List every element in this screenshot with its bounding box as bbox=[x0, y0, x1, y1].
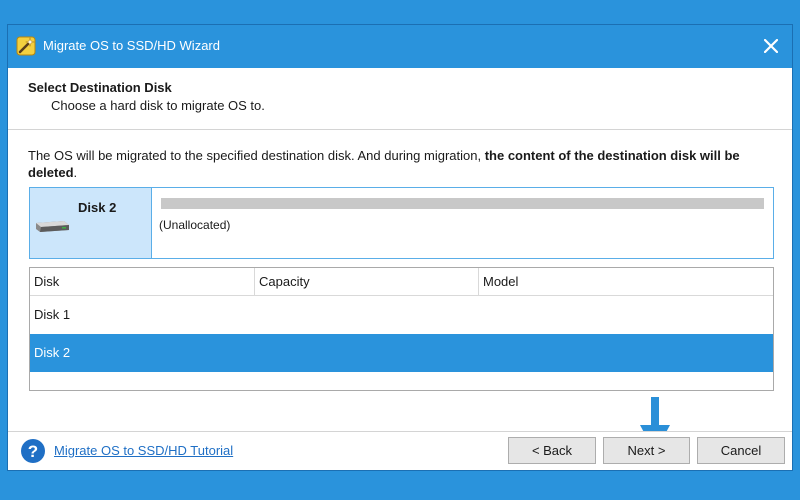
next-button[interactable]: Next > bbox=[603, 437, 690, 464]
page-title: Select Destination Disk bbox=[28, 80, 172, 95]
wizard-wand-icon bbox=[14, 34, 38, 58]
close-icon bbox=[764, 39, 778, 53]
disk-table: Disk Capacity Model Disk 1 Disk 2 bbox=[29, 267, 774, 391]
hard-disk-icon bbox=[36, 221, 69, 232]
warning-end: . bbox=[73, 165, 78, 180]
window-title: Migrate OS to SSD/HD Wizard bbox=[43, 38, 220, 53]
partition-bar[interactable] bbox=[161, 198, 764, 209]
svg-text:?: ? bbox=[28, 442, 38, 461]
partition-label: (Unallocated) bbox=[159, 218, 231, 232]
wizard-content: The OS will be migrated to the specified… bbox=[8, 131, 792, 431]
column-header-model[interactable]: Model bbox=[479, 268, 773, 296]
title-bar: Migrate OS to SSD/HD Wizard bbox=[8, 25, 792, 68]
column-header-disk[interactable]: Disk bbox=[30, 268, 255, 296]
migration-warning: The OS will be migrated to the specified… bbox=[28, 147, 773, 181]
close-button[interactable] bbox=[756, 31, 786, 61]
table-row[interactable]: Disk 1 bbox=[30, 296, 773, 334]
wizard-header: Select Destination Disk Choose a hard di… bbox=[8, 68, 792, 130]
row-disk-cell: Disk 2 bbox=[34, 345, 71, 360]
row-disk-cell: Disk 1 bbox=[34, 307, 71, 322]
table-header: Disk Capacity Model bbox=[30, 268, 773, 296]
wizard-window: Migrate OS to SSD/HD Wizard Select Desti… bbox=[7, 24, 793, 471]
page-subtitle: Choose a hard disk to migrate OS to. bbox=[51, 98, 265, 113]
warning-text: The OS will be migrated to the specified… bbox=[28, 148, 485, 163]
tutorial-link[interactable]: Migrate OS to SSD/HD Tutorial bbox=[54, 443, 233, 458]
cancel-button[interactable]: Cancel bbox=[697, 437, 785, 464]
wizard-footer: ? Migrate OS to SSD/HD Tutorial < Back N… bbox=[8, 431, 792, 470]
back-button[interactable]: < Back bbox=[508, 437, 596, 464]
selected-disk-map[interactable]: Disk 2 (Unallocated) bbox=[29, 187, 774, 259]
help-icon[interactable]: ? bbox=[20, 438, 46, 464]
disk-card-name: Disk 2 bbox=[78, 200, 117, 215]
disk-card-info: Disk 2 bbox=[30, 188, 152, 258]
column-header-capacity[interactable]: Capacity bbox=[255, 268, 479, 296]
table-row-selected[interactable]: Disk 2 bbox=[30, 334, 773, 372]
